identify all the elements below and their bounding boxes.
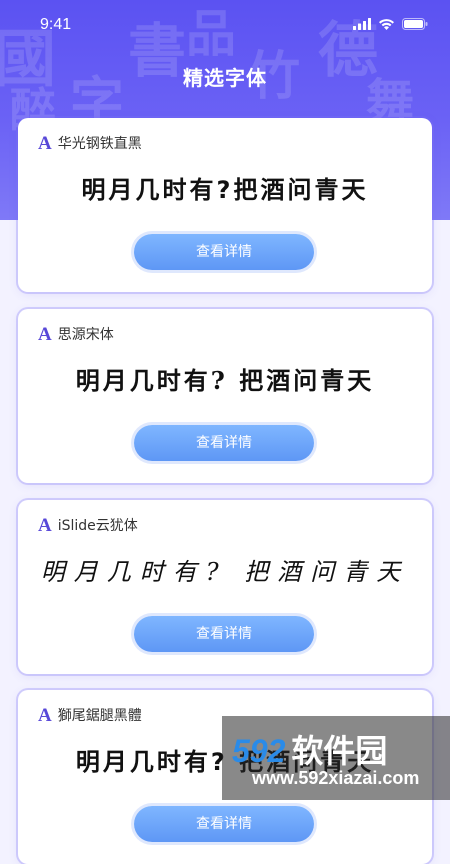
font-name: 华光钢铁直黑 [57,136,142,152]
font-a-icon: A [38,704,52,726]
watermark-number: 592 [232,733,286,769]
font-a-icon: A [38,132,52,154]
font-a-icon: A [38,323,52,345]
font-a-icon: A [38,514,52,536]
watermark-brand: 软件园 [291,733,388,769]
font-name: iSlide云犹体 [57,518,138,534]
status-icons [353,18,428,30]
font-name-row: A 獅尾鋸腿黑體 [38,705,142,725]
battery-icon [402,18,428,30]
font-sample: 明月几时有?把酒问青天 [81,176,369,204]
watermark-url: www.592xiazai.com [252,768,420,788]
font-sample: 明月几时有? 把酒问青天 [40,558,410,586]
view-details-button[interactable]: 查看详情 [134,616,314,652]
view-details-button[interactable]: 查看详情 [134,806,314,842]
font-card[interactable]: A 思源宋体 明月几时有? 把酒问青天 查看详情 [18,309,432,483]
site-watermark: 592 软件园 www.592xiazai.com [222,716,450,800]
signal-icon [353,18,371,30]
font-name: 獅尾鋸腿黑體 [57,708,142,724]
page-title: 精选字体 [183,66,267,90]
view-details-button[interactable]: 查看详情 [134,234,314,270]
watermark-title: 592 软件园 [232,726,387,772]
font-name: 思源宋体 [57,327,114,343]
font-sample: 明月几时有? 把酒问青天 [75,366,375,395]
font-card[interactable]: A 华光钢铁直黑 明月几时有?把酒问青天 查看详情 [18,118,432,292]
wifi-icon [379,19,394,30]
font-card[interactable]: A iSlide云犹体 明月几时有? 把酒问青天 查看详情 [18,500,432,674]
status-time: 9:41 [40,16,72,33]
font-name-row: A iSlide云犹体 [38,515,138,535]
font-name-row: A 思源宋体 [38,324,114,344]
font-name-row: A 华光钢铁直黑 [38,133,142,153]
status-bar: 9:41 [0,0,450,50]
view-details-button[interactable]: 查看详情 [134,425,314,461]
